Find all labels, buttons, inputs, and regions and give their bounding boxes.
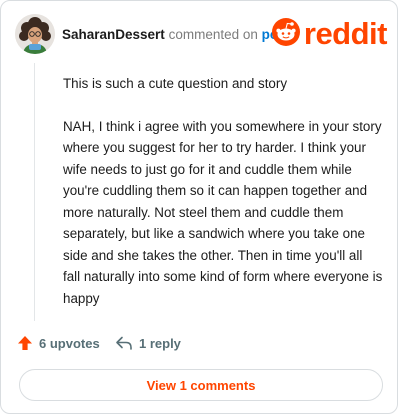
reply-count: 1 reply [139, 335, 181, 351]
reply-button[interactable]: 1 reply [115, 335, 181, 351]
username[interactable]: SaharanDessert [62, 27, 165, 42]
upvote-arrow-icon [17, 335, 33, 351]
comment-byline: SaharanDessert commented on post [62, 27, 290, 42]
reddit-logo-icon [271, 17, 300, 51]
reddit-wordmark: reddit [303, 16, 388, 51]
comment-paragraph: NAH, I think i agree with you somewhere … [63, 118, 383, 306]
upvote-button[interactable]: 6 upvotes [17, 335, 100, 351]
thread-line [34, 63, 35, 321]
reply-icon [115, 335, 133, 351]
action-text: commented on [168, 27, 258, 42]
comment-body: This is such a cute question and story N… [63, 73, 383, 330]
comment-card: SaharanDessert commented on post reddit [0, 0, 398, 414]
upvote-count: 6 upvotes [39, 335, 100, 351]
avatar[interactable] [15, 14, 55, 54]
comment-paragraph: This is such a cute question and story [63, 76, 288, 91]
reddit-logo[interactable]: reddit [271, 16, 388, 51]
comment-header: SaharanDessert commented on post reddit [15, 14, 388, 54]
view-comments-button[interactable]: View 1 comments [19, 369, 383, 401]
